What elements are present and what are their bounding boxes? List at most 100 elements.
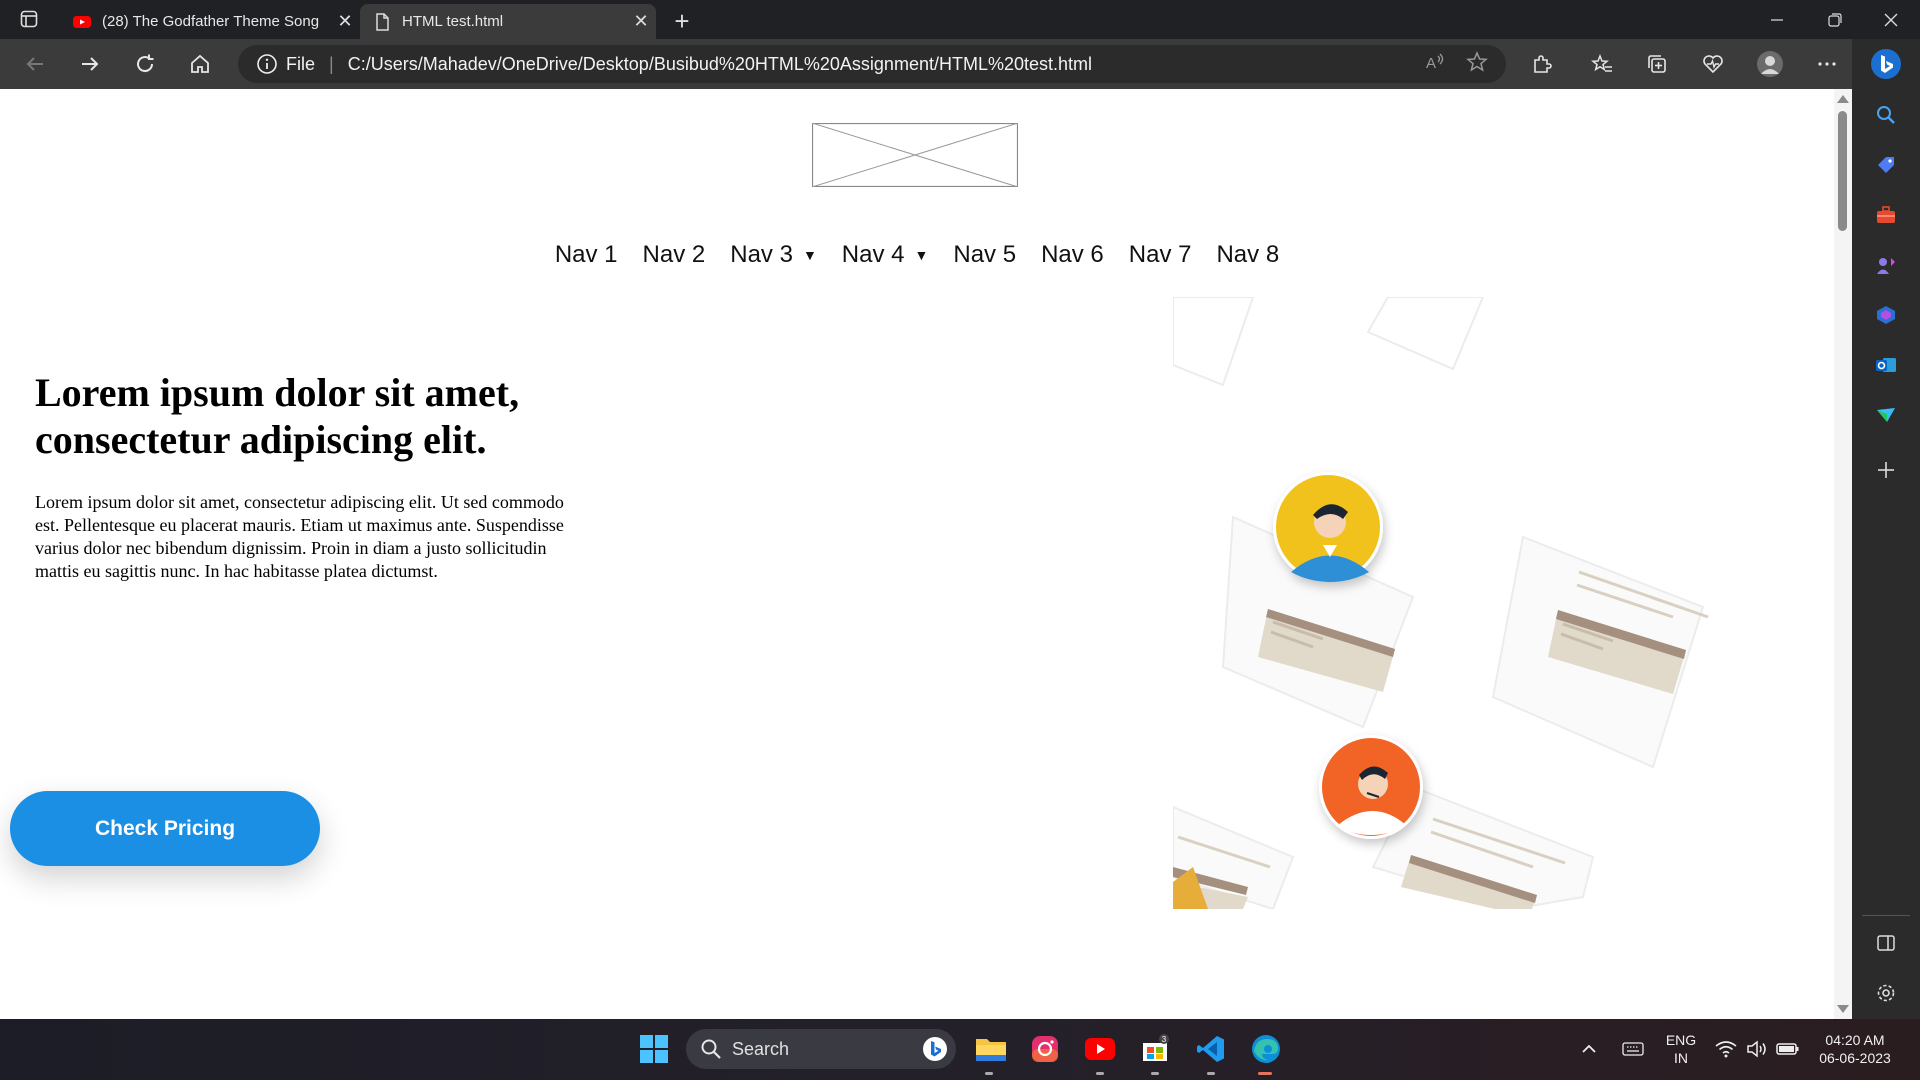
sidebar-divider — [1862, 915, 1910, 916]
running-indicator — [1096, 1072, 1104, 1075]
main-nav: Nav 1 Nav 2 Nav 3 ▼ Nav 4 ▼ Nav 5 Nav 6 Na… — [0, 241, 1834, 269]
profile-avatar[interactable] — [1753, 47, 1787, 81]
restore-icon[interactable] — [1806, 0, 1864, 39]
running-indicator — [1207, 1072, 1215, 1075]
bing-icon[interactable] — [1870, 48, 1902, 80]
scroll-up-arrow-icon[interactable] — [1837, 95, 1849, 103]
nav-item-5[interactable]: Nav 5 — [953, 241, 1016, 269]
hero-paragraph: Lorem ipsum dolor sit amet, consectetur … — [35, 492, 564, 581]
file-icon — [372, 12, 392, 32]
send-icon[interactable] — [1872, 401, 1900, 429]
browser-titlebar: (28) The Godfather Theme Song ✕ HTML tes… — [0, 0, 1920, 39]
hero-title: Lorem ipsum dolor sit amet, consectetur … — [35, 370, 520, 462]
dropdown-caret-icon: ▼ — [802, 247, 817, 263]
taskbar-search[interactable]: Search — [686, 1029, 956, 1069]
running-indicator — [985, 1072, 993, 1075]
bing-icon — [922, 1036, 948, 1062]
windows-start-icon[interactable] — [637, 1032, 671, 1066]
home-icon[interactable] — [183, 47, 217, 81]
nav-item-2[interactable]: Nav 2 — [643, 241, 706, 269]
dropdown-caret-icon: ▼ — [914, 247, 929, 263]
hero-illustration — [1172, 296, 1783, 917]
sidebar-layout-icon[interactable] — [1872, 929, 1900, 957]
add-icon[interactable] — [1872, 456, 1900, 484]
favorite-star-icon[interactable] — [1466, 50, 1488, 78]
keyboard-icon[interactable] — [1619, 1032, 1647, 1066]
scheme-label: File — [286, 53, 316, 74]
address-bar[interactable]: File | C:/Users/Mahadev/OneDrive/Desktop… — [238, 45, 1506, 83]
outlook-icon[interactable] — [1872, 351, 1900, 379]
settings-gear-icon[interactable] — [1872, 979, 1900, 1007]
search-icon[interactable] — [1872, 101, 1900, 129]
nav-label: Nav 7 — [1128, 241, 1192, 268]
close-tab-icon[interactable]: ✕ — [330, 11, 360, 32]
shopping-tag-icon[interactable] — [1872, 151, 1900, 179]
scroll-down-arrow-icon[interactable] — [1837, 1005, 1849, 1013]
active-indicator — [1258, 1072, 1272, 1075]
nav-label: Nav 8 — [1216, 241, 1280, 268]
url-text[interactable]: C:/Users/Mahadev/OneDrive/Desktop/Busibu… — [348, 54, 1424, 75]
refresh-icon[interactable] — [128, 47, 162, 81]
nav-label: Nav 2 — [642, 241, 706, 268]
volume-icon[interactable] — [1743, 1032, 1771, 1066]
close-window-icon[interactable] — [1862, 0, 1920, 39]
microsoft-store-icon[interactable]: 3 — [1138, 1032, 1172, 1066]
tab-title: HTML test.html — [402, 13, 504, 30]
close-tab-icon[interactable]: ✕ — [626, 11, 656, 32]
language-indicator[interactable]: ENG IN — [1660, 1031, 1702, 1067]
info-icon[interactable] — [256, 53, 278, 75]
address-separator: | — [329, 53, 334, 74]
tools-icon[interactable] — [1872, 201, 1900, 229]
nav-label: Nav 3 — [730, 241, 793, 268]
wifi-icon[interactable] — [1712, 1032, 1740, 1066]
windows-taskbar: Search 3 ENG IN 04:20 AM 06-06-2023 — [0, 1019, 1920, 1080]
nav-item-1[interactable]: Nav 1 — [555, 241, 618, 269]
tab-html-test[interactable]: HTML test.html ✕ — [360, 4, 656, 39]
battery-icon[interactable] — [1774, 1032, 1802, 1066]
nav-item-6[interactable]: Nav 6 — [1041, 241, 1104, 269]
new-tab-icon[interactable]: + — [668, 6, 696, 37]
nav-label: Nav 6 — [1041, 241, 1104, 268]
running-indicator — [1151, 1072, 1159, 1075]
health-icon[interactable] — [1696, 47, 1730, 81]
check-pricing-button[interactable]: Check Pricing — [10, 791, 320, 866]
page-viewport: Nav 1 Nav 2 Nav 3 ▼ Nav 4 ▼ Nav 5 Nav 6 Na… — [0, 89, 1834, 1019]
clock-time: 04:20 AM — [1825, 1032, 1885, 1048]
logo-placeholder — [811, 122, 1019, 188]
favorites-icon[interactable] — [1585, 47, 1619, 81]
nav-label: Nav 5 — [953, 241, 1017, 268]
nav-item-7[interactable]: Nav 7 — [1129, 241, 1192, 269]
svg-text:3: 3 — [1162, 1035, 1167, 1044]
nav-label: Nav 4 — [841, 241, 905, 268]
nav-item-8[interactable]: Nav 8 — [1216, 241, 1279, 269]
nav-label: Nav 1 — [554, 241, 618, 268]
more-options-icon[interactable] — [1810, 47, 1844, 81]
tab-youtube[interactable]: (28) The Godfather Theme Song ✕ — [60, 4, 360, 39]
chevron-up-icon[interactable] — [1576, 1032, 1602, 1066]
nav-item-4[interactable]: Nav 4 ▼ — [842, 241, 929, 269]
language-code: ENG — [1665, 1032, 1697, 1048]
browser-toolbar: File | C:/Users/Mahadev/OneDrive/Desktop… — [0, 39, 1920, 89]
tab-title: (28) The Godfather Theme Song — [102, 13, 320, 30]
back-icon[interactable] — [18, 47, 52, 81]
games-icon[interactable] — [1872, 251, 1900, 279]
edge-icon[interactable] — [1249, 1032, 1283, 1066]
vertical-scrollbar[interactable] — [1834, 89, 1852, 1019]
instagram-icon[interactable] — [1028, 1032, 1062, 1066]
microsoft-365-icon[interactable] — [1872, 301, 1900, 329]
tab-actions-icon[interactable] — [20, 10, 38, 28]
clock[interactable]: 04:20 AM 06-06-2023 — [1810, 1031, 1900, 1067]
edge-sidebar — [1852, 39, 1920, 1019]
forward-icon[interactable] — [73, 47, 107, 81]
extensions-icon[interactable] — [1525, 47, 1559, 81]
vscode-icon[interactable] — [1194, 1032, 1228, 1066]
scroll-thumb[interactable] — [1838, 111, 1847, 231]
nav-item-3[interactable]: Nav 3 ▼ — [730, 241, 817, 269]
collections-icon[interactable] — [1640, 47, 1674, 81]
read-aloud-icon[interactable]: A — [1424, 51, 1446, 78]
search-placeholder: Search — [732, 1038, 790, 1059]
youtube-icon[interactable] — [1083, 1032, 1117, 1066]
file-explorer-icon[interactable] — [974, 1032, 1008, 1066]
minimize-icon[interactable] — [1748, 0, 1806, 39]
youtube-icon — [72, 12, 92, 32]
